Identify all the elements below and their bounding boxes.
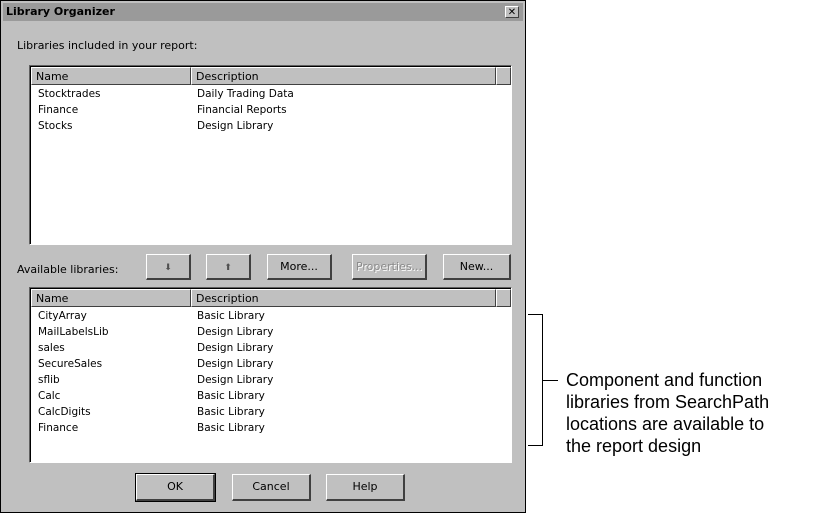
- available-row[interactable]: MailLabelsLib Design Library: [34, 324, 504, 340]
- more-button[interactable]: More...: [267, 254, 332, 280]
- available-row-name: sales: [38, 342, 65, 354]
- library-organizer-dialog: Library Organizer ✕ Libraries included i…: [0, 0, 526, 513]
- callout-line-1: Component and function: [566, 370, 763, 390]
- available-column-filler: [496, 289, 511, 307]
- available-row-name: Finance: [38, 422, 79, 434]
- included-row-name: Stocktrades: [38, 88, 101, 100]
- available-row-name: MailLabelsLib: [38, 326, 109, 338]
- available-row-name: sflib: [38, 374, 60, 386]
- available-row-description: Design Library: [197, 326, 274, 338]
- arrow-up-icon: ⬆: [224, 263, 232, 273]
- included-column-name[interactable]: Name: [31, 67, 191, 85]
- available-row[interactable]: sflib Design Library: [34, 372, 504, 388]
- available-row-description: Basic Library: [197, 390, 265, 402]
- included-column-filler: [496, 67, 511, 85]
- available-row-description: Design Library: [197, 358, 274, 370]
- available-row[interactable]: Calc Basic Library: [34, 388, 504, 404]
- included-row-name: Finance: [38, 104, 79, 116]
- callout-line-4: the report design: [566, 436, 702, 456]
- help-button[interactable]: Help: [326, 474, 405, 501]
- arrow-down-icon: ⬇: [164, 263, 172, 273]
- included-libraries-label: Libraries included in your report:: [17, 39, 198, 52]
- available-row-name: CityArray: [38, 310, 87, 322]
- available-column-description[interactable]: Description: [191, 289, 496, 307]
- included-row-description: Financial Reports: [197, 104, 287, 116]
- available-row-description: Basic Library: [197, 406, 265, 418]
- included-row-description: Design Library: [197, 120, 274, 132]
- included-row-description: Daily Trading Data: [197, 88, 294, 100]
- available-row-description: Design Library: [197, 342, 274, 354]
- available-column-name[interactable]: Name: [31, 289, 191, 307]
- properties-button[interactable]: Properties...: [352, 254, 427, 280]
- available-row[interactable]: CalcDigits Basic Library: [34, 404, 504, 420]
- dialog-title: Library Organizer: [6, 5, 115, 18]
- dialog-title-bar: Library Organizer ✕: [3, 3, 523, 21]
- included-row[interactable]: Finance Financial Reports: [34, 102, 504, 118]
- callout-leader-line: [542, 380, 558, 381]
- callout-bracket: [528, 314, 543, 446]
- ok-button[interactable]: OK: [135, 473, 216, 502]
- included-column-description[interactable]: Description: [191, 67, 496, 85]
- callout-line-2: libraries from SearchPath: [566, 392, 770, 412]
- callout-text: Component and function libraries from Se…: [566, 369, 769, 457]
- available-libraries-label: Available libraries:: [17, 263, 119, 276]
- available-row-description: Design Library: [197, 374, 274, 386]
- available-row[interactable]: sales Design Library: [34, 340, 504, 356]
- available-row[interactable]: Finance Basic Library: [34, 420, 504, 436]
- available-row-description: Basic Library: [197, 422, 265, 434]
- callout-line-3: locations are available to: [566, 414, 765, 434]
- move-up-button[interactable]: ⬆: [206, 254, 251, 280]
- new-button[interactable]: New...: [443, 254, 511, 280]
- available-row[interactable]: CityArray Basic Library: [34, 308, 504, 324]
- close-icon[interactable]: ✕: [505, 6, 519, 18]
- cancel-button[interactable]: Cancel: [232, 474, 311, 501]
- available-row[interactable]: SecureSales Design Library: [34, 356, 504, 372]
- available-row-name: SecureSales: [38, 358, 103, 370]
- available-row-description: Basic Library: [197, 310, 265, 322]
- move-down-button[interactable]: ⬇: [146, 254, 191, 280]
- included-row-name: Stocks: [38, 120, 73, 132]
- available-libraries-list[interactable]: Name Description CityArray Basic Library M…: [29, 287, 512, 463]
- included-row[interactable]: Stocktrades Daily Trading Data: [34, 86, 504, 102]
- included-row[interactable]: Stocks Design Library: [34, 118, 504, 134]
- included-libraries-list[interactable]: Name Description Stocktrades Daily Tradin…: [29, 65, 512, 245]
- available-row-name: CalcDigits: [38, 406, 91, 418]
- available-row-name: Calc: [38, 390, 61, 402]
